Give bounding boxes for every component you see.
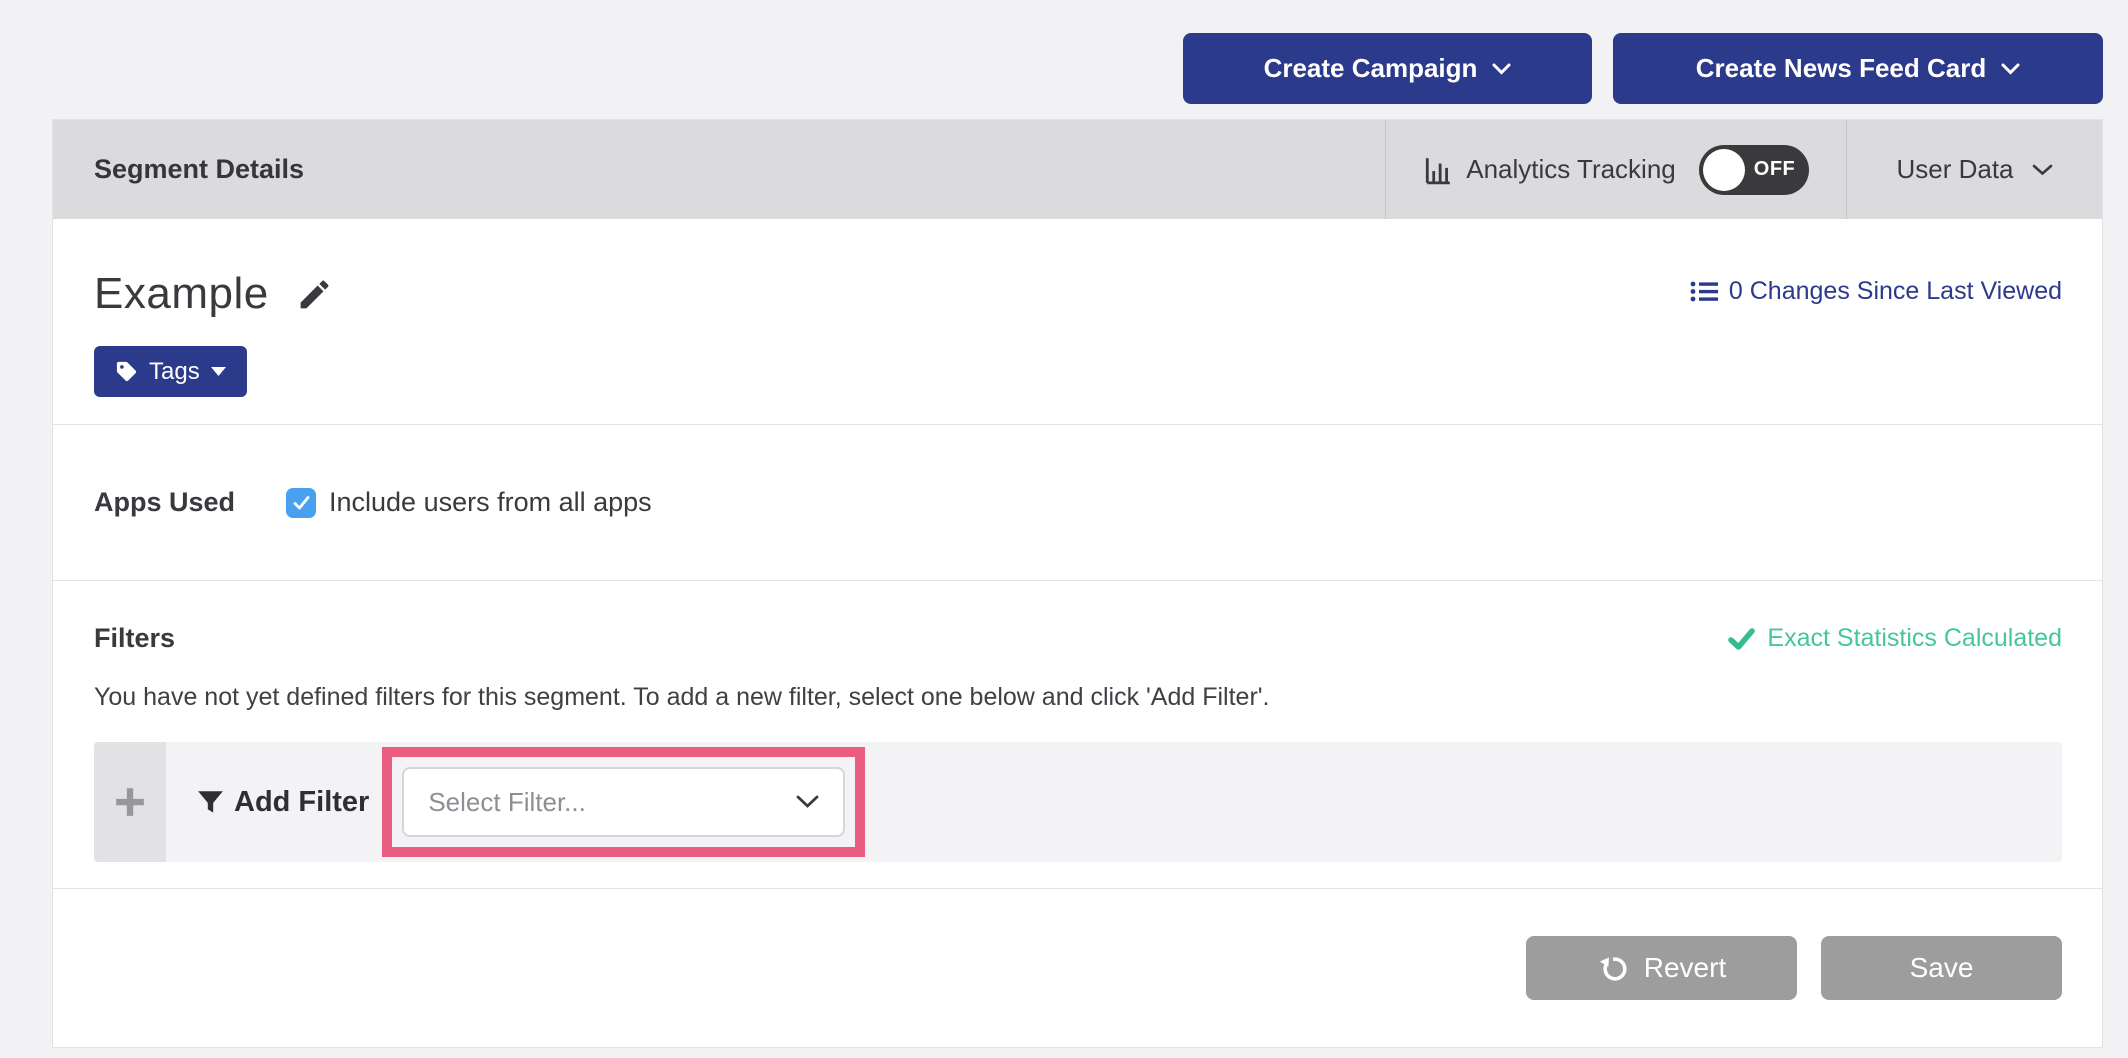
add-filter-label: Add Filter — [197, 786, 369, 819]
filters-description: You have not yet defined filters for thi… — [94, 683, 1270, 712]
check-icon — [292, 495, 311, 511]
create-news-feed-card-button[interactable]: Create News Feed Card — [1613, 33, 2103, 104]
segment-name: Example — [94, 269, 269, 319]
pencil-icon — [296, 276, 333, 313]
analytics-tracking-toggle[interactable]: OFF — [1699, 145, 1809, 195]
save-button[interactable]: Save — [1821, 936, 2062, 1000]
chevron-down-icon — [796, 795, 819, 809]
analytics-tracking-section: Analytics Tracking OFF — [1386, 120, 1846, 219]
bar-chart-icon — [1423, 155, 1453, 185]
select-filter-highlight: Select Filter... — [382, 747, 865, 857]
filters-title: Filters — [94, 623, 175, 654]
check-icon — [1728, 628, 1755, 650]
toggle-state-label: OFF — [1754, 158, 1796, 181]
revert-button-label: Revert — [1644, 952, 1726, 984]
save-button-label: Save — [1910, 952, 1974, 984]
changes-list-icon — [1690, 280, 1718, 303]
add-filter-text: Add Filter — [234, 786, 369, 819]
chevron-down-icon — [2032, 164, 2053, 176]
add-filter-plus-button[interactable] — [94, 742, 166, 862]
analytics-tracking-label: Analytics Tracking — [1466, 154, 1676, 185]
filters-section: Filters Exact Statistics Calculated You … — [53, 581, 2102, 888]
edit-name-button[interactable] — [296, 276, 333, 313]
revert-icon — [1597, 953, 1628, 983]
top-actions: Create Campaign Create News Feed Card — [1183, 33, 2103, 104]
card-header: Segment Details Analytics Tracking OFF U… — [53, 120, 2102, 219]
segment-title-section: Example 0 Changes Since Last Viewed Tag — [53, 219, 2102, 424]
funnel-icon — [197, 789, 224, 816]
create-campaign-label: Create Campaign — [1264, 53, 1478, 84]
create-campaign-button[interactable]: Create Campaign — [1183, 33, 1592, 104]
create-news-feed-card-label: Create News Feed Card — [1696, 53, 1986, 84]
chevron-down-icon — [2001, 63, 2020, 75]
revert-button[interactable]: Revert — [1526, 936, 1797, 1000]
changes-link-label: 0 Changes Since Last Viewed — [1729, 277, 2062, 306]
exact-statistics-status: Exact Statistics Calculated — [1728, 624, 2062, 653]
apps-used-section: Apps Used Include users from all apps — [53, 425, 2102, 580]
include-all-apps-label: Include users from all apps — [329, 487, 652, 518]
checkbox-checked[interactable] — [286, 488, 316, 518]
caret-down-icon — [211, 367, 226, 377]
page-title: Segment Details — [53, 120, 1385, 219]
user-data-dropdown[interactable]: User Data — [1847, 120, 2102, 219]
tag-icon — [115, 360, 138, 383]
segment-details-card: Segment Details Analytics Tracking OFF U… — [52, 119, 2103, 1048]
apps-used-label: Apps Used — [94, 487, 286, 518]
exact-statistics-label: Exact Statistics Calculated — [1767, 624, 2062, 653]
card-footer: Revert Save — [53, 889, 2102, 1046]
chevron-down-icon — [1492, 63, 1511, 75]
tags-button-label: Tags — [149, 358, 200, 386]
select-filter-placeholder: Select Filter... — [428, 787, 586, 818]
add-filter-row: Add Filter Select Filter... — [94, 742, 2062, 862]
include-all-apps-checkbox[interactable]: Include users from all apps — [286, 487, 652, 518]
changes-since-last-viewed-link[interactable]: 0 Changes Since Last Viewed — [1690, 277, 2062, 306]
toggle-knob — [1703, 149, 1745, 191]
tags-button[interactable]: Tags — [94, 346, 247, 397]
plus-icon — [113, 785, 147, 819]
select-filter-dropdown[interactable]: Select Filter... — [402, 767, 845, 837]
user-data-label: User Data — [1896, 154, 2013, 185]
